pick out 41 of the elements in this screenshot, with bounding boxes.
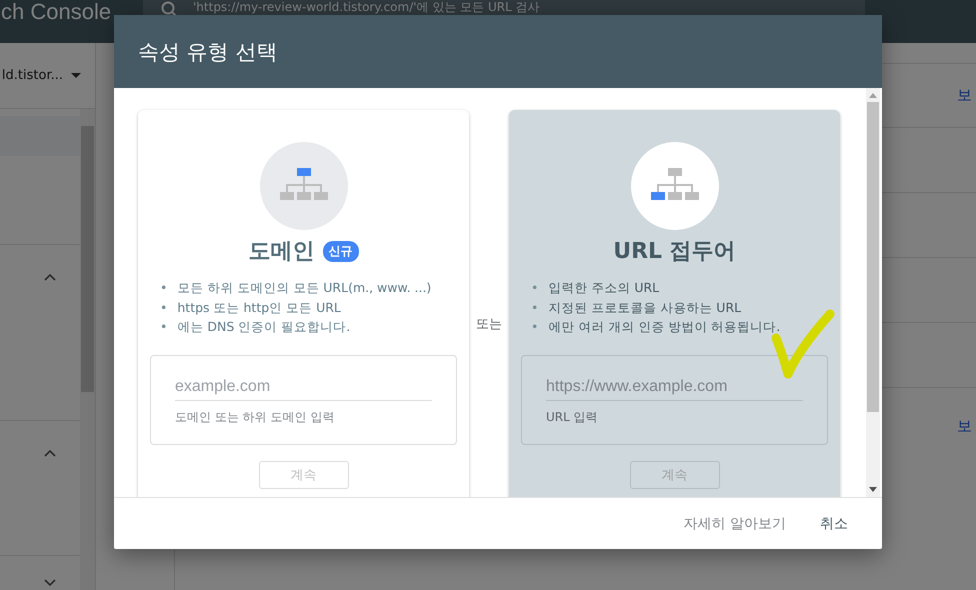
feature-item: 모든 하위 도메인의 모든 URL(m., www. ...): [177, 279, 432, 297]
input-panel[interactable]: https://www.example.com URL 입력: [521, 354, 828, 444]
feature-item: 에는 DNS 인증이 필요합니다.: [177, 318, 350, 336]
dialog-button[interactable]: 취소: [814, 506, 854, 540]
continue-button[interactable]: 계속: [630, 460, 720, 488]
dialog-button[interactable]: 자세히 알아보기: [678, 506, 792, 540]
caret-icon: [71, 72, 81, 78]
new-badge: 신규: [322, 240, 358, 262]
report-link[interactable]: 보: [957, 86, 974, 105]
bullet-icon: •: [160, 317, 168, 336]
scrollbar[interactable]: [80, 109, 95, 590]
property-type-card[interactable]: URL 접두어 • 입력한 주소의 URL • 지정된 프로토콜을 사용하는 URL • 에만 여러 개의 인증 방법이 허용됩니다. https://www.example.com URL 입력 계속: [509, 110, 840, 497]
helper-text: 도메인 또는 하위 도메인 입력: [175, 408, 336, 426]
chevron-up-icon[interactable]: [44, 449, 56, 457]
bullet-icon: •: [160, 278, 168, 298]
input-panel[interactable]: example.com 도메인 또는 하위 도메인 입력: [150, 354, 457, 444]
bullet-icon: •: [531, 317, 538, 336]
continue-button[interactable]: 계속: [258, 460, 348, 488]
scroll-up-icon[interactable]: [869, 93, 877, 98]
card-title: 도메인: [248, 238, 314, 266]
feature-item: https 또는 http인 모든 URL: [177, 298, 341, 317]
feature-item: 에만 여러 개의 인증 방법이 허용됩니다.: [548, 318, 780, 336]
feature-item: 지정된 프로토콜을 사용하는 URL: [548, 298, 742, 316]
scrollbar[interactable]: [866, 88, 880, 497]
bullet-icon: •: [531, 278, 538, 298]
sidebar-item[interactable]: [0, 116, 80, 156]
feature-item: 입력한 주소의 URL: [548, 279, 660, 297]
input-field[interactable]: example.com: [175, 374, 432, 400]
chevron-up-icon[interactable]: [44, 273, 56, 281]
card-title: URL 접두어: [613, 238, 736, 266]
dialog-title: 속성 유형 선택: [138, 38, 278, 66]
bullet-icon: •: [160, 298, 168, 317]
helper-text: URL 입력: [546, 408, 599, 426]
bullet-icon: •: [531, 298, 538, 317]
scroll-down-icon[interactable]: [869, 487, 877, 492]
or-separator: 또는: [475, 316, 503, 332]
input-field[interactable]: https://www.example.com: [546, 374, 803, 400]
report-link[interactable]: 보: [957, 416, 974, 436]
logo-text: ch Console: [1, 0, 112, 24]
chevron-down-icon[interactable]: [44, 579, 56, 587]
property-type-card[interactable]: 도메인 신규 • 모든 하위 도메인의 모든 URL(m., www. ...) • https 또는 http인 모든 URL • 에는 DNS 인증이 필요합니다. example.com 도메인 또는 하위 도메인 입력 계속: [138, 110, 469, 497]
